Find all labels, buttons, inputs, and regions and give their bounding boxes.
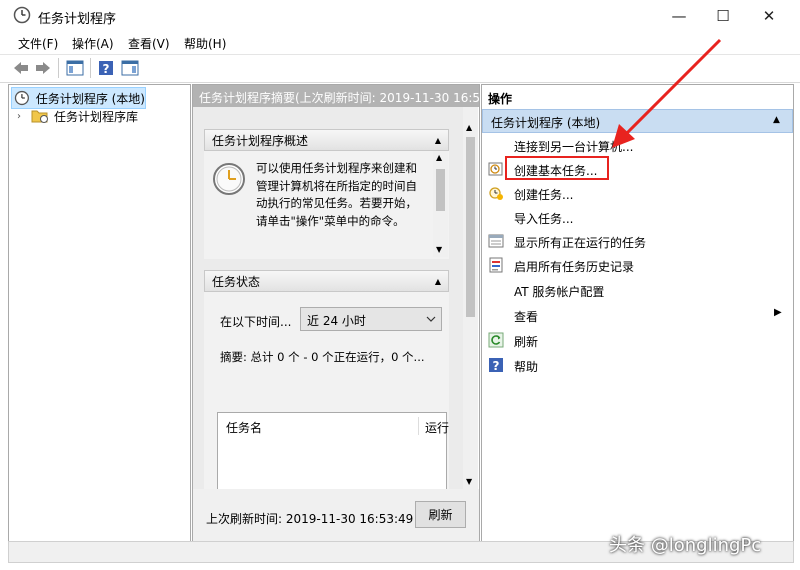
- scroll-up-icon[interactable]: ▲: [436, 153, 442, 162]
- task-list-table: 任务名 运行: [217, 412, 449, 489]
- help-icon[interactable]: ?: [97, 59, 115, 77]
- submenu-arrow-icon: ▶: [774, 307, 782, 318]
- last-refresh-text: 上次刷新时间: 2019-11-30 16:53:49: [206, 512, 414, 526]
- collapse-icon[interactable]: ▲: [435, 277, 441, 286]
- summary-header: 任务计划程序摘要(上次刷新时间: 2019-11-30 16:53: [193, 85, 479, 107]
- refresh-icon: [488, 332, 504, 348]
- watermark: 头条 @longlingPc: [609, 535, 762, 556]
- console-tree: 任务计划程序 (本地) › 任务计划程序库: [8, 84, 191, 542]
- maximize-button[interactable]: ☐: [700, 0, 746, 31]
- action-help[interactable]: ? 帮助: [482, 353, 791, 377]
- menu-view[interactable]: 查看(V): [128, 35, 170, 52]
- scroll-thumb[interactable]: [466, 137, 475, 317]
- collapse-icon[interactable]: ▲: [773, 115, 780, 125]
- chevron-down-icon: [426, 316, 436, 322]
- folder-clock-icon: [31, 110, 48, 123]
- summary-content: 任务计划程序概述 ▲ 可以使用任务计划程序来创建和管理计算机将在所指定的时间自动…: [193, 107, 463, 489]
- history-icon: [488, 257, 504, 273]
- task-status-section: 任务状态 ▲ 在以下时间... 近 24 小时 摘要: 总计 0 个 - 0 个…: [204, 270, 449, 489]
- time-range-label: 在以下时间...: [220, 315, 292, 329]
- scroll-down-icon[interactable]: ▼: [436, 245, 442, 254]
- highlight-box: [505, 156, 609, 180]
- clock-icon: [213, 163, 245, 195]
- action-create-task[interactable]: 创建任务...: [482, 181, 791, 205]
- clock-icon: [14, 90, 29, 106]
- tree-item-library[interactable]: › 任务计划程序库: [17, 106, 187, 126]
- minimize-button[interactable]: —: [656, 0, 702, 31]
- close-button[interactable]: ✕: [746, 0, 792, 31]
- collapse-icon[interactable]: ▲: [435, 136, 441, 145]
- column-header-run[interactable]: 运行: [425, 419, 449, 436]
- title-bar: 任务计划程序 — ☐ ✕: [0, 0, 800, 31]
- tree-item-label: 任务计划程序 (本地): [35, 91, 145, 106]
- show-hide-console-tree-icon[interactable]: [66, 59, 84, 77]
- toolbar-separator: [90, 58, 91, 78]
- action-view[interactable]: 查看 ▶: [482, 303, 791, 327]
- column-divider: [418, 417, 419, 435]
- overview-description: 可以使用任务计划程序来创建和管理计算机将在所指定的时间自动执行的常见任务。若要开…: [256, 161, 417, 228]
- overview-section: 任务计划程序概述 ▲ 可以使用任务计划程序来创建和管理计算机将在所指定的时间自动…: [204, 129, 449, 259]
- summary-counts: 摘要: 总计 0 个 - 0 个正在运行，0 个...: [220, 350, 425, 364]
- overview-scrollbar[interactable]: ▲ ▼: [433, 151, 448, 257]
- scroll-up-icon[interactable]: ▲: [466, 123, 472, 132]
- chevron-right-icon[interactable]: ›: [17, 111, 29, 122]
- section-title: 任务计划程序概述: [212, 133, 309, 148]
- task-status-section-header[interactable]: 任务状态 ▲: [204, 270, 449, 292]
- action-import-task[interactable]: 导入任务...: [482, 205, 791, 229]
- refresh-button[interactable]: 刷新: [415, 501, 466, 528]
- action-show-running-tasks[interactable]: 显示所有正在运行的任务: [482, 229, 791, 253]
- create-basic-task-icon: [488, 161, 504, 177]
- menu-help[interactable]: 帮助(H): [184, 35, 226, 52]
- back-icon[interactable]: [12, 59, 30, 77]
- help-icon: ?: [488, 357, 504, 373]
- refresh-bar: 上次刷新时间: 2019-11-30 16:53:49 刷新: [193, 489, 479, 541]
- toolbar-separator: [58, 58, 59, 78]
- action-at-service-config[interactable]: AT 服务帐户配置: [482, 278, 791, 302]
- section-title: 任务状态: [212, 274, 261, 289]
- annotation-arrow-icon: [612, 38, 722, 148]
- window-title: 任务计划程序: [38, 12, 117, 27]
- clock-app-icon: [13, 6, 31, 24]
- running-tasks-icon: [488, 233, 504, 249]
- svg-text:?: ?: [493, 359, 500, 373]
- action-enable-history[interactable]: 启用所有任务历史记录: [482, 253, 791, 277]
- create-task-icon: [488, 185, 504, 201]
- overview-section-header[interactable]: 任务计划程序概述 ▲: [204, 129, 449, 151]
- column-header-task-name[interactable]: 任务名: [226, 419, 262, 436]
- tree-item-label: 任务计划程序库: [54, 109, 139, 124]
- scroll-down-icon[interactable]: ▼: [466, 477, 472, 486]
- scroll-thumb[interactable]: [436, 169, 445, 211]
- summary-scrollbar[interactable]: ▲ ▼: [463, 107, 478, 489]
- summary-pane: 任务计划程序摘要(上次刷新时间: 2019-11-30 16:53 任务计划程序…: [192, 84, 480, 542]
- time-range-select[interactable]: 近 24 小时: [300, 307, 442, 331]
- svg-text:?: ?: [103, 62, 110, 76]
- show-hide-action-pane-icon[interactable]: [121, 59, 139, 77]
- menu-action[interactable]: 操作(A): [72, 35, 114, 52]
- menu-file[interactable]: 文件(F): [18, 35, 58, 52]
- forward-icon[interactable]: [34, 59, 52, 77]
- action-refresh[interactable]: 刷新: [482, 328, 791, 352]
